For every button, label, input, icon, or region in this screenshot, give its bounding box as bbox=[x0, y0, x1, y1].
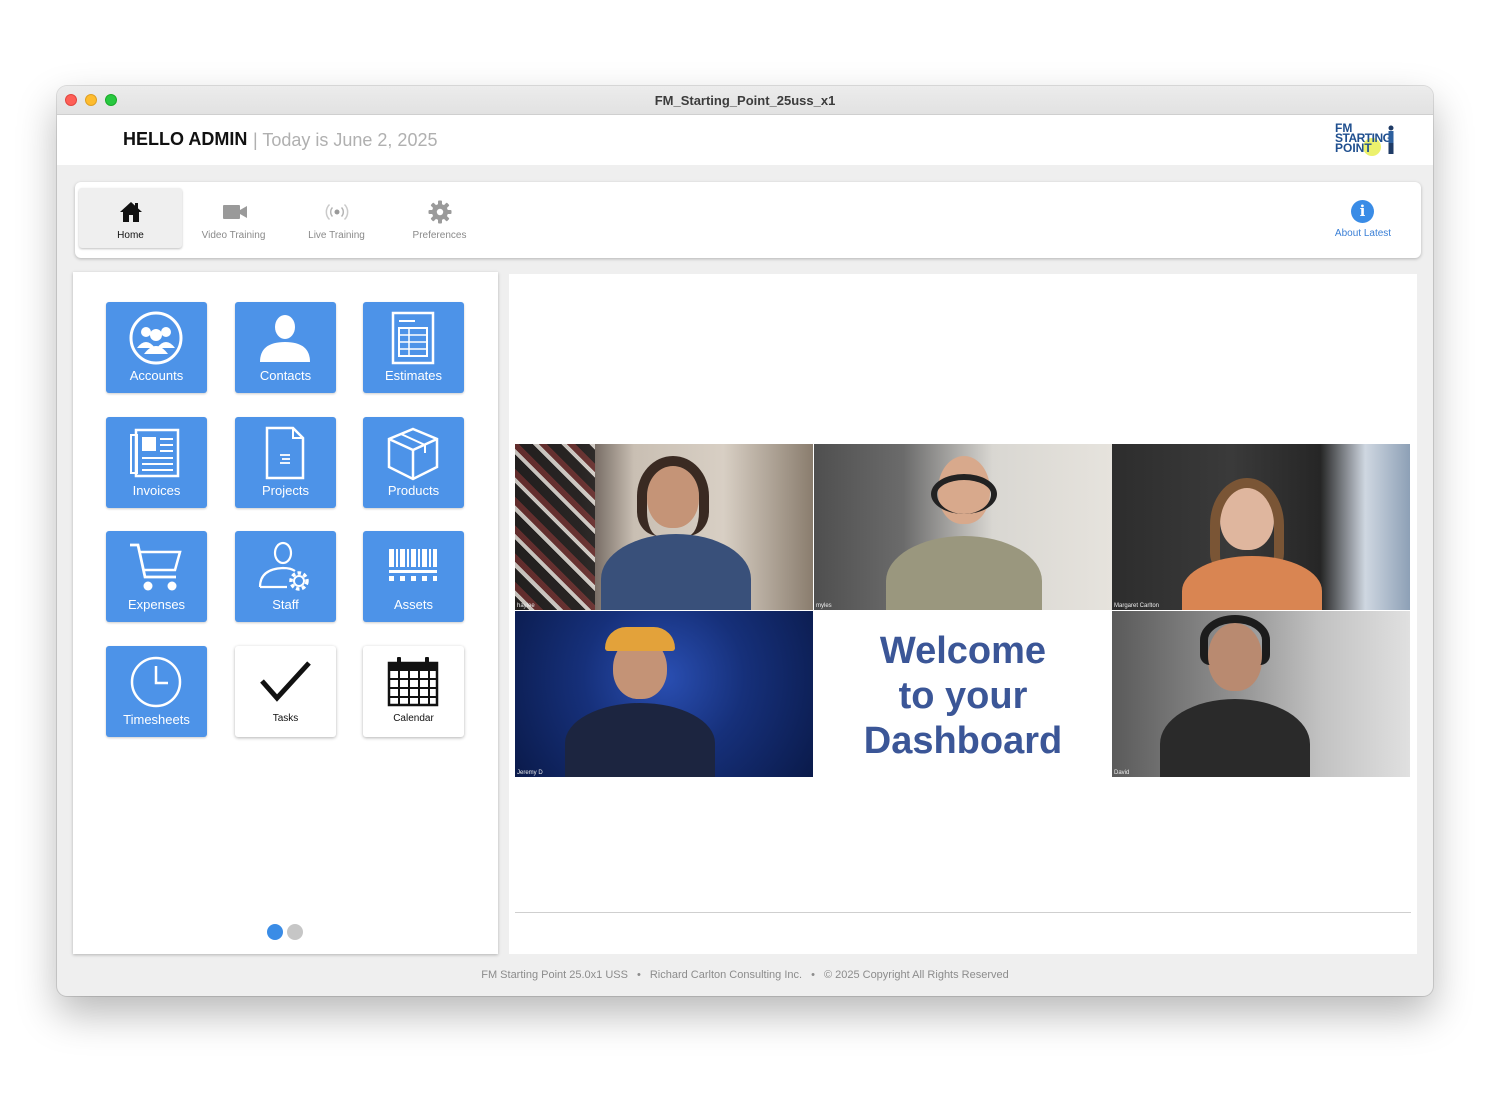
video-tile-margaret-carlton: Margaret Carlton bbox=[1112, 444, 1410, 610]
tile-accounts[interactable]: Accounts bbox=[106, 302, 207, 393]
tile-estimates[interactable]: Estimates bbox=[363, 302, 464, 393]
tile-calendar[interactable]: Calendar bbox=[363, 646, 464, 737]
broadcast-icon bbox=[325, 203, 349, 221]
page-dot-2[interactable] bbox=[287, 924, 303, 940]
box-icon bbox=[387, 427, 439, 481]
invoice-icon bbox=[130, 428, 180, 478]
gear-icon bbox=[428, 200, 452, 224]
tile-assets[interactable]: Assets bbox=[363, 531, 464, 622]
window-title: FM_Starting_Point_25uss_x1 bbox=[654, 93, 836, 108]
about-latest-button[interactable]: i About Latest bbox=[1323, 190, 1403, 246]
barcode-icon bbox=[389, 549, 437, 581]
greeting: HELLO ADMIN bbox=[123, 129, 248, 149]
tab-home[interactable]: Home bbox=[79, 188, 182, 248]
footer-product: FM Starting Point 25.0x1 USS bbox=[481, 969, 628, 981]
footer-company: Richard Carlton Consulting Inc. bbox=[649, 969, 803, 981]
contact-icon bbox=[260, 315, 310, 362]
video-tile-haylee: haylee bbox=[515, 444, 813, 610]
tile-staff[interactable]: Staff bbox=[235, 531, 336, 622]
page-dot-1[interactable] bbox=[267, 924, 283, 940]
app-window: FM_Starting_Point_25uss_x1 HELLO ADMIN |… bbox=[57, 86, 1433, 996]
cart-icon bbox=[130, 543, 182, 591]
checkmark-icon bbox=[260, 661, 311, 702]
header: HELLO ADMIN | Today is June 2, 2025 FM S… bbox=[57, 115, 1433, 165]
fm-starting-point-logo: FM STARTING POINT bbox=[1333, 122, 1403, 159]
clock-icon bbox=[130, 656, 182, 708]
video-tile-david: David bbox=[1112, 611, 1410, 777]
tile-tasks[interactable]: Tasks bbox=[235, 646, 336, 737]
staff-gear-icon bbox=[258, 541, 309, 591]
footer: FM Starting Point 25.0x1 USS • Richard Car… bbox=[481, 969, 1009, 981]
document-icon bbox=[265, 426, 305, 480]
dashboard-panel: haylee myles Margaret Carlton Jeremy D W… bbox=[509, 274, 1417, 954]
calendar-icon bbox=[387, 657, 439, 707]
tile-invoices[interactable]: Invoices bbox=[106, 417, 207, 508]
footer-copyright: © 2025 Copyright All Rights Reserved bbox=[823, 969, 1009, 981]
accounts-icon bbox=[129, 311, 183, 365]
estimates-icon bbox=[391, 311, 435, 365]
today-date: | Today is June 2, 2025 bbox=[253, 130, 438, 150]
tile-contacts[interactable]: Contacts bbox=[235, 302, 336, 393]
video-camera-icon bbox=[223, 205, 247, 219]
info-icon: i bbox=[1351, 200, 1374, 223]
main-toolbar: Home Video Training Live Training Prefer… bbox=[75, 182, 1421, 258]
tile-projects[interactable]: Projects bbox=[235, 417, 336, 508]
tab-video-training[interactable]: Video Training bbox=[182, 188, 285, 248]
title-bar[interactable]: FM_Starting_Point_25uss_x1 bbox=[57, 86, 1433, 115]
video-call-image: haylee myles Margaret Carlton Jeremy D W… bbox=[515, 444, 1411, 778]
divider-line bbox=[515, 912, 1411, 913]
tab-preferences[interactable]: Preferences bbox=[388, 188, 491, 248]
module-launcher-panel: Accounts Contacts Estimates Invoices Pro… bbox=[73, 272, 498, 954]
tile-expenses[interactable]: Expenses bbox=[106, 531, 207, 622]
video-tile-jeremy-d: Jeremy D bbox=[515, 611, 813, 777]
video-tile-myles: myles bbox=[814, 444, 1112, 610]
welcome-message: Welcome to your Dashboard bbox=[815, 611, 1111, 777]
tile-products[interactable]: Products bbox=[363, 417, 464, 508]
tile-timesheets[interactable]: Timesheets bbox=[106, 646, 207, 737]
tab-live-training[interactable]: Live Training bbox=[285, 188, 388, 248]
home-icon bbox=[120, 202, 142, 222]
logo-figure-icon bbox=[1388, 125, 1394, 154]
